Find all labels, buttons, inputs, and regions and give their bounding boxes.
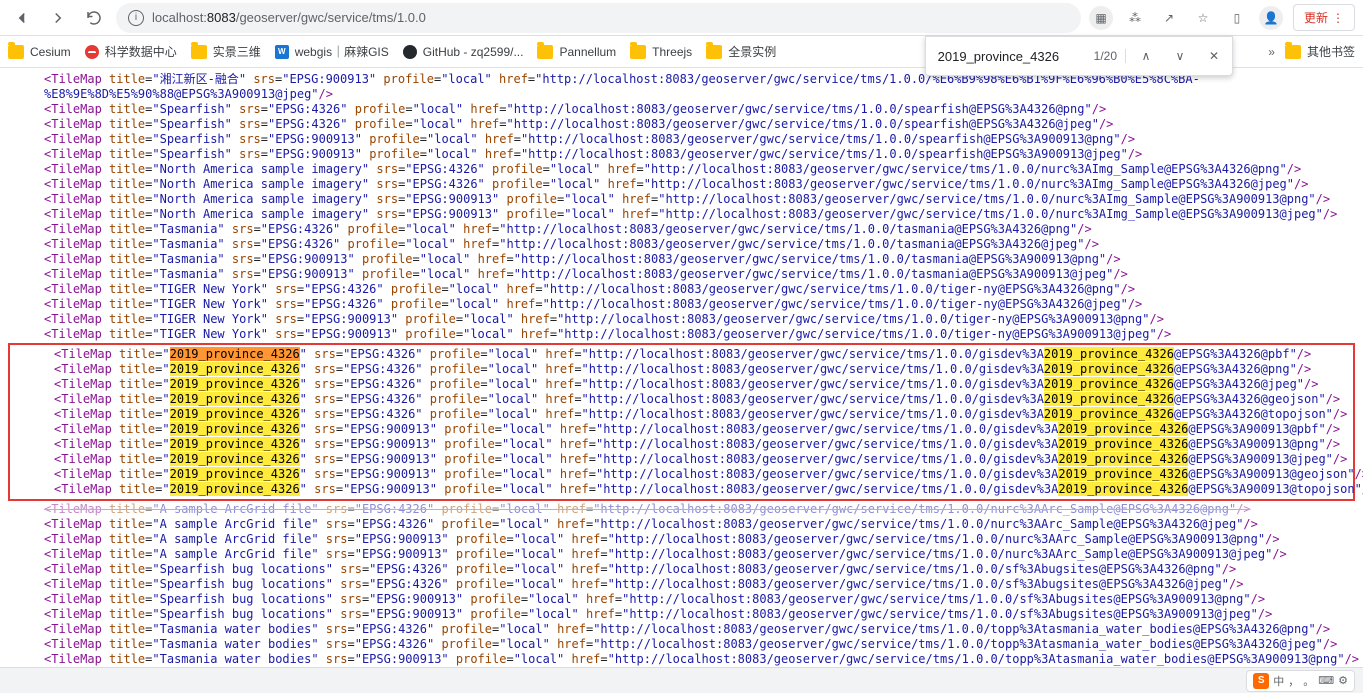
update-button[interactable]: 更新⋮: [1293, 4, 1355, 31]
xml-line-highlighted: <TileMap title="2019_province_4326" srs=…: [10, 482, 1353, 497]
find-in-page-bar: 1/20 ∧ ∨ ✕: [925, 36, 1233, 76]
xml-line: <TileMap title="TIGER New York" srs="EPS…: [0, 297, 1363, 312]
xml-line: <TileMap title="Tasmania" srs="EPSG:9009…: [0, 252, 1363, 267]
site-info-icon[interactable]: i: [128, 10, 144, 26]
star-icon[interactable]: ☆: [1191, 6, 1215, 30]
xml-line-highlighted: <TileMap title="2019_province_4326" srs=…: [10, 407, 1353, 422]
bookmark-item[interactable]: Threejs: [630, 45, 692, 59]
url-text: localhost:8083/geoserver/gwc/service/tms…: [152, 10, 426, 25]
xml-line: <TileMap title="North America sample ima…: [0, 162, 1363, 177]
status-bar: S 中，。⌨⚙: [0, 667, 1363, 693]
xml-line-highlighted: <TileMap title="2019_province_4326" srs=…: [10, 452, 1353, 467]
xml-line: <TileMap title="Tasmania" srs="EPSG:4326…: [0, 222, 1363, 237]
bookmark-item[interactable]: Cesium: [8, 45, 71, 59]
ime-panel[interactable]: S 中，。⌨⚙: [1246, 670, 1355, 692]
bookmark-item[interactable]: GitHub - zq2599/...: [403, 45, 524, 59]
xml-line: <TileMap title="Spearfish bug locations"…: [0, 607, 1363, 622]
xml-line: <TileMap title="Tasmania water bodies" s…: [0, 622, 1363, 637]
xml-line: <TileMap title="Spearfish" srs="EPSG:900…: [0, 147, 1363, 162]
xml-line-highlighted: <TileMap title="2019_province_4326" srs=…: [10, 437, 1353, 452]
xml-line: <TileMap title="A sample ArcGrid file" s…: [0, 532, 1363, 547]
xml-line: <TileMap title="North America sample ima…: [0, 207, 1363, 222]
xml-line: <TileMap title="TIGER New York" srs="EPS…: [0, 327, 1363, 342]
bookmarks-bar: Cesium 科学数据中心实景三维 Wwebgis｜麻辣GIS GitHub - zq…: [0, 36, 1363, 68]
bookmark-item[interactable]: 全景实例: [706, 43, 776, 60]
xml-line: <TileMap title="Spearfish" srs="EPSG:432…: [0, 102, 1363, 117]
other-bookmarks[interactable]: 其他书签: [1285, 43, 1355, 60]
xml-line-highlighted: <TileMap title="2019_province_4326" srs=…: [10, 467, 1353, 482]
xml-content: <TileMap title="湘江新区-融合" srs="EPSG:90091…: [0, 68, 1363, 690]
find-close-button[interactable]: ✕: [1200, 42, 1228, 70]
xml-line-highlighted: <TileMap title="2019_province_4326" srs=…: [10, 347, 1353, 362]
xml-line: <TileMap title="TIGER New York" srs="EPS…: [0, 312, 1363, 327]
browser-toolbar: i localhost:8083/geoserver/gwc/service/t…: [0, 0, 1363, 36]
bookmarks-overflow[interactable]: »: [1268, 45, 1275, 59]
xml-line: <TileMap title="Spearfish bug locations"…: [0, 562, 1363, 577]
panel-icon[interactable]: ▯: [1225, 6, 1249, 30]
translate-icon[interactable]: ⁂: [1123, 6, 1147, 30]
xml-line: <TileMap title="A sample ArcGrid file" s…: [0, 547, 1363, 562]
bookmark-item[interactable]: Wwebgis｜麻辣GIS: [275, 43, 389, 60]
xml-line: <TileMap title="Tasmania water bodies" s…: [0, 637, 1363, 652]
xml-line: <TileMap title="North America sample ima…: [0, 192, 1363, 207]
find-count: 1/20: [1094, 49, 1126, 63]
xml-line: <TileMap title="Tasmania" srs="EPSG:4326…: [0, 237, 1363, 252]
reload-button[interactable]: [80, 4, 108, 32]
bookmark-item[interactable]: Pannellum: [537, 45, 616, 59]
highlighted-block: <TileMap title="2019_province_4326" srs=…: [8, 343, 1355, 501]
xml-line: <TileMap title="Spearfish" srs="EPSG:900…: [0, 132, 1363, 147]
bookmark-item[interactable]: 科学数据中心: [85, 43, 177, 60]
address-bar[interactable]: i localhost:8083/geoserver/gwc/service/t…: [116, 3, 1081, 33]
xml-line-highlighted: <TileMap title="2019_province_4326" srs=…: [10, 377, 1353, 392]
xml-line: <TileMap title="Tasmania water bodies" s…: [0, 652, 1363, 667]
xml-line: <TileMap title="Tasmania" srs="EPSG:9009…: [0, 267, 1363, 282]
xml-line: <TileMap title="A sample ArcGrid file" s…: [0, 502, 1363, 517]
find-input[interactable]: [938, 49, 1088, 64]
xml-line: <TileMap title="Spearfish" srs="EPSG:432…: [0, 117, 1363, 132]
back-button[interactable]: [8, 4, 36, 32]
find-prev-button[interactable]: ∧: [1132, 42, 1160, 70]
xml-line-highlighted: <TileMap title="2019_province_4326" srs=…: [10, 362, 1353, 377]
xml-line: <TileMap title="TIGER New York" srs="EPS…: [0, 282, 1363, 297]
qr-icon[interactable]: ▦: [1089, 6, 1113, 30]
xml-line-highlighted: <TileMap title="2019_province_4326" srs=…: [10, 392, 1353, 407]
share-icon[interactable]: ↗: [1157, 6, 1181, 30]
xml-line-highlighted: <TileMap title="2019_province_4326" srs=…: [10, 422, 1353, 437]
xml-line: <TileMap title="湘江新区-融合" srs="EPSG:90091…: [0, 72, 1363, 102]
xml-line: <TileMap title="Spearfish bug locations"…: [0, 592, 1363, 607]
xml-line: <TileMap title="A sample ArcGrid file" s…: [0, 517, 1363, 532]
bookmark-item[interactable]: 实景三维: [191, 43, 261, 60]
xml-line: <TileMap title="North America sample ima…: [0, 177, 1363, 192]
profile-icon[interactable]: 👤: [1259, 6, 1283, 30]
find-next-button[interactable]: ∨: [1166, 42, 1194, 70]
forward-button[interactable]: [44, 4, 72, 32]
xml-line: <TileMap title="Spearfish bug locations"…: [0, 577, 1363, 592]
sogou-icon: S: [1253, 673, 1269, 689]
